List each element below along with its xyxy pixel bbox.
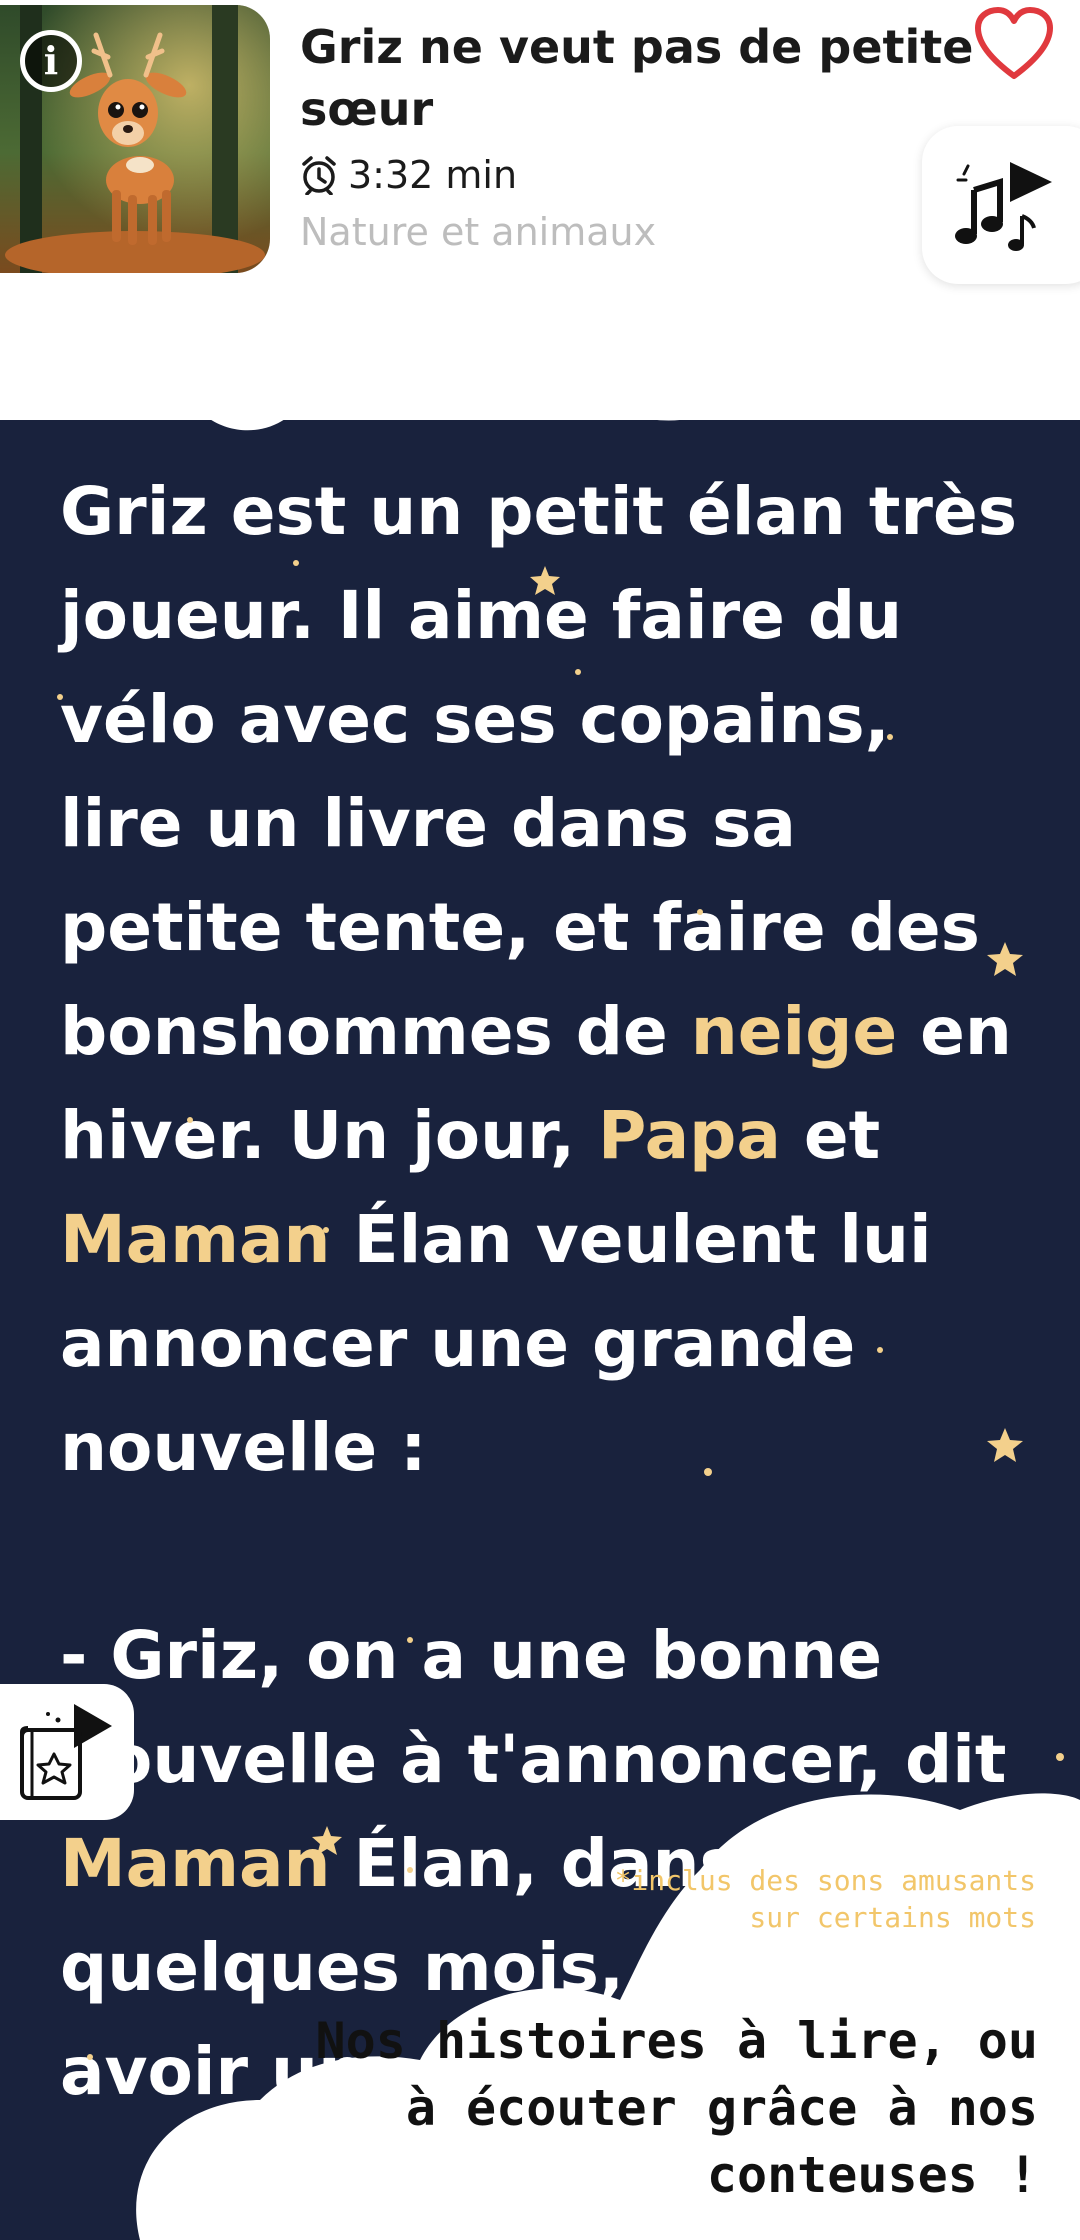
story-duration: 3:32 min (348, 153, 518, 197)
duration-row: 3:32 min (300, 150, 517, 200)
music-play-icon (955, 162, 1052, 251)
promo-note: *inclus des sons amusants sur certains m… (614, 1864, 1036, 1934)
story-title: Griz ne veut pas de petite sœur (300, 20, 974, 136)
heart-outline-icon[interactable] (974, 6, 1054, 82)
music-play-button[interactable] (922, 126, 1080, 284)
highlight-word-maman[interactable]: Maman (60, 1201, 331, 1278)
info-button[interactable]: i (20, 30, 82, 92)
story-category: Nature et animaux (300, 210, 657, 254)
promo-headline: Nos histoires à lire, ou à écouter grâce… (315, 2012, 1038, 2204)
highlight-word-papa[interactable]: Papa (598, 1097, 781, 1174)
highlight-word-neige[interactable]: neige (691, 993, 897, 1070)
header-cloud-edge (0, 300, 1080, 431)
alarm-clock-icon (302, 156, 336, 195)
info-icon: i (43, 38, 59, 83)
